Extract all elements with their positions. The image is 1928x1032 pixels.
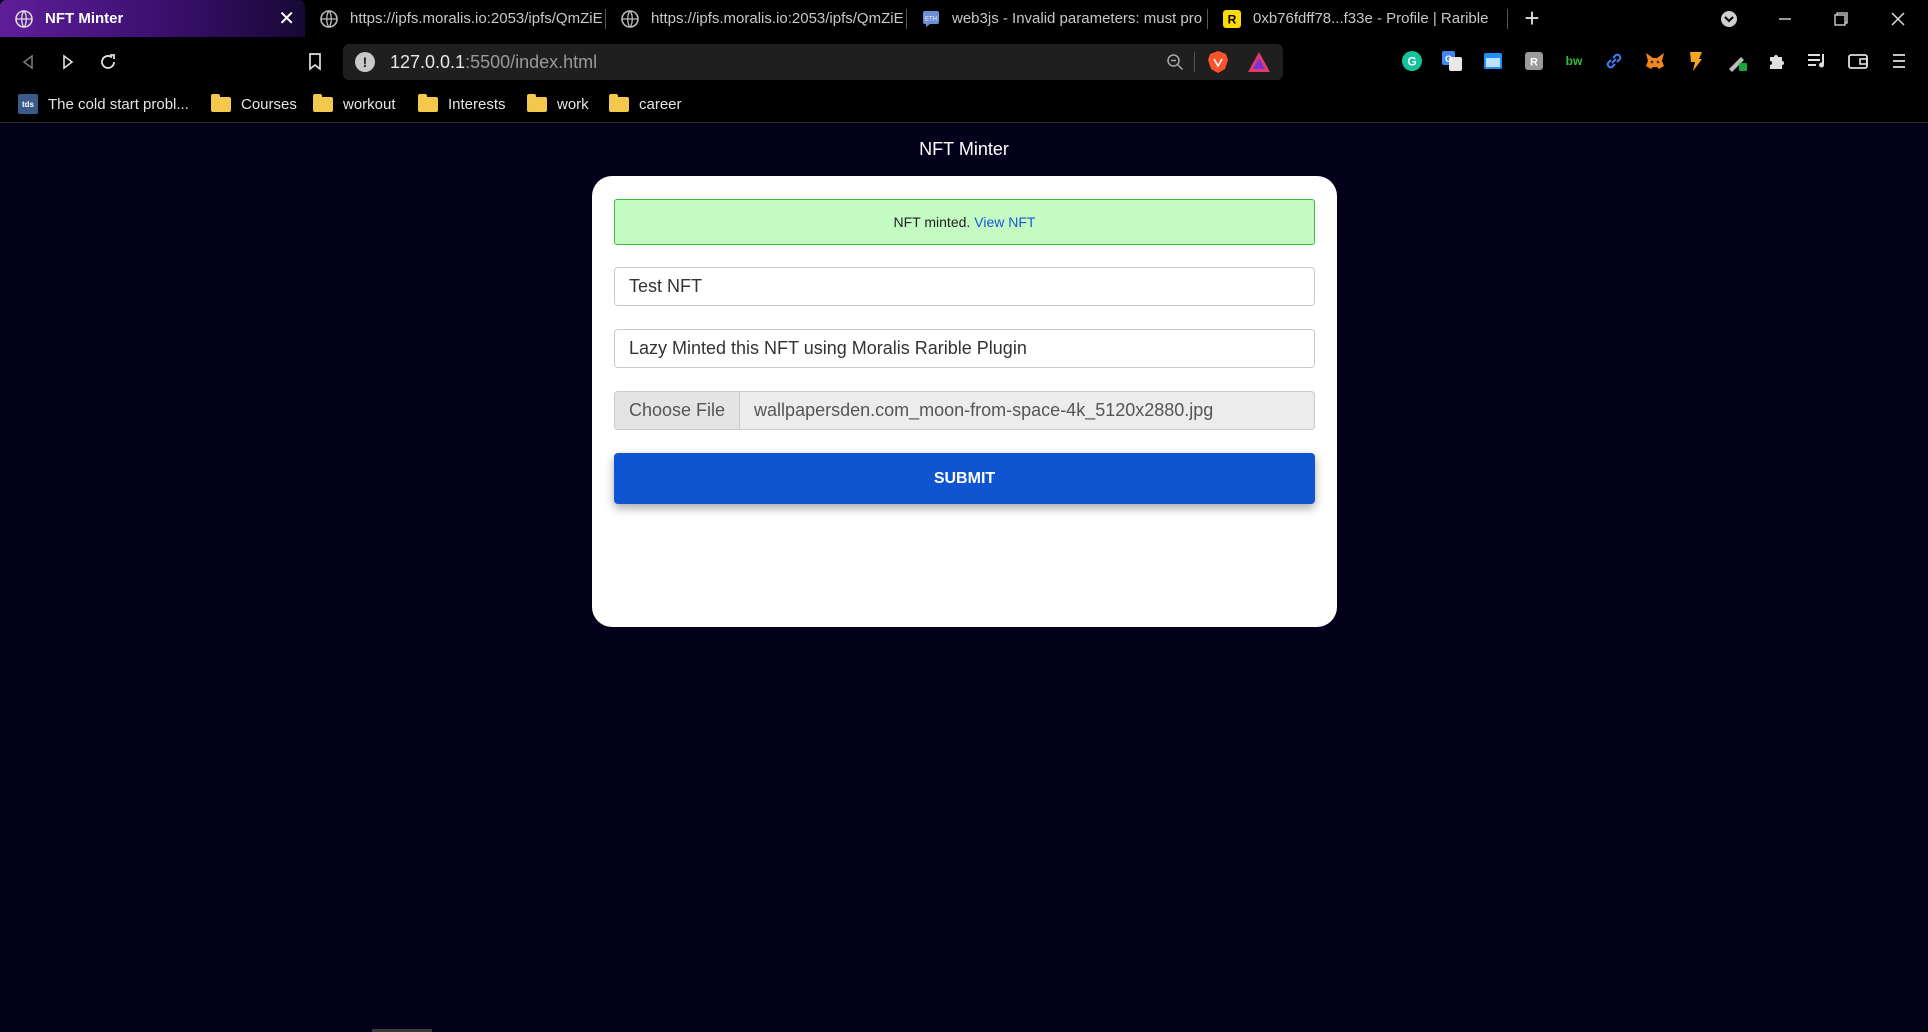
- tab-title: https://ipfs.moralis.io:2053/ipfs/QmZiE: [350, 10, 603, 27]
- google-translate-icon[interactable]: G: [1440, 49, 1464, 73]
- svg-text:ETH: ETH: [925, 16, 937, 22]
- tab-strip: NFT Minter ✕ https://ipfs.moralis.io:205…: [0, 0, 1928, 37]
- tab-ipfs-2[interactable]: https://ipfs.moralis.io:2053/ipfs/QmZiE: [606, 0, 906, 37]
- folder-icon: [418, 93, 438, 112]
- success-alert: NFT minted. View NFT: [614, 199, 1315, 245]
- nft-description-input[interactable]: [614, 329, 1315, 368]
- page-title: NFT Minter: [919, 139, 1009, 159]
- tab-ipfs-1[interactable]: https://ipfs.moralis.io:2053/ipfs/QmZiE: [305, 0, 605, 37]
- folder-icon: [609, 93, 629, 112]
- zoom-icon[interactable]: [1166, 53, 1184, 71]
- address-divider: [1194, 52, 1195, 72]
- wallet-icon[interactable]: [1846, 49, 1870, 73]
- rarible-icon: R: [1223, 9, 1241, 28]
- bookmark-folder-workout[interactable]: workout: [313, 93, 396, 115]
- folder-icon: [211, 93, 231, 112]
- bookmark-folder-career[interactable]: career: [609, 93, 682, 115]
- close-window-icon[interactable]: [1883, 0, 1913, 37]
- bookmark-item[interactable]: tds The cold start probl...: [18, 93, 189, 115]
- reload-icon[interactable]: [95, 49, 121, 75]
- close-tab-icon[interactable]: ✕: [278, 6, 295, 31]
- tab-title: https://ipfs.moralis.io:2053/ipfs/QmZiE: [651, 10, 904, 27]
- brave-shields-icon[interactable]: [1207, 50, 1229, 74]
- globe-icon: [320, 9, 338, 28]
- ruler-extension-icon[interactable]: [1684, 49, 1708, 73]
- link-icon[interactable]: [1602, 49, 1626, 73]
- bookmark-folder-work[interactable]: work: [527, 93, 589, 115]
- tab-nft-minter[interactable]: NFT Minter ✕: [0, 0, 305, 37]
- tab-web3js[interactable]: ETH web3js - Invalid parameters: must pr…: [907, 0, 1207, 37]
- bookmark-folder-courses[interactable]: Courses: [211, 93, 297, 115]
- svg-text:G: G: [1407, 55, 1416, 69]
- bookmark-icon[interactable]: [302, 49, 328, 75]
- restore-icon[interactable]: [1826, 0, 1856, 37]
- playlist-icon[interactable]: [1805, 49, 1829, 73]
- choose-file-button[interactable]: Choose File: [615, 392, 741, 429]
- address-path: :5500/index.html: [465, 51, 598, 72]
- bw-extension-icon[interactable]: bw: [1562, 49, 1586, 73]
- back-icon[interactable]: [15, 49, 41, 75]
- minimize-icon[interactable]: [1770, 0, 1800, 37]
- svg-text:R: R: [1228, 12, 1237, 26]
- globe-icon: [15, 9, 33, 28]
- svg-text:G: G: [1445, 54, 1452, 64]
- page-content: NFT Minter NFT minted. View NFT Choose F…: [0, 124, 1928, 1032]
- nft-name-input[interactable]: [614, 267, 1315, 306]
- forward-icon[interactable]: [55, 49, 81, 75]
- address-bar[interactable]: ! 127.0.0.1:5500/index.html: [343, 44, 1283, 80]
- svg-text:R: R: [1530, 57, 1538, 69]
- window-extension-icon[interactable]: [1481, 49, 1505, 73]
- minter-card: NFT minted. View NFT Choose File wallpap…: [592, 176, 1337, 627]
- tab-title: 0xb76fdff78...f33e - Profile | Rarible: [1253, 10, 1489, 27]
- metamask-icon[interactable]: [1643, 49, 1667, 73]
- tab-separator: [1507, 9, 1508, 29]
- bookmark-label: workout: [343, 95, 396, 113]
- view-nft-link[interactable]: View NFT: [974, 214, 1035, 230]
- tab-rarible[interactable]: R 0xb76fdff78...f33e - Profile | Rarible: [1208, 0, 1508, 37]
- extensions-puzzle-icon[interactable]: [1765, 49, 1789, 73]
- selected-file-name: wallpapersden.com_moon-from-space-4k_512…: [754, 400, 1214, 420]
- new-tab-icon[interactable]: +: [1517, 0, 1547, 37]
- tab-search-icon[interactable]: [1715, 0, 1743, 37]
- folder-icon: [527, 93, 547, 112]
- bw-label: bw: [1565, 54, 1583, 68]
- address-host: 127.0.0.1: [390, 51, 466, 72]
- reader-extension-icon[interactable]: R: [1522, 49, 1546, 73]
- globe-icon: [621, 9, 639, 28]
- brave-rewards-icon[interactable]: [1247, 51, 1271, 73]
- bookmark-label: Courses: [241, 95, 297, 113]
- submit-button[interactable]: SUBMIT: [614, 453, 1315, 504]
- tab-title: NFT Minter: [45, 10, 124, 27]
- tab-title: web3js - Invalid parameters: must pro: [952, 10, 1202, 27]
- eyedropper-icon[interactable]: [1725, 49, 1749, 73]
- info-icon[interactable]: !: [355, 52, 375, 72]
- bookmark-label: work: [557, 95, 589, 113]
- browser-toolbar: ! 127.0.0.1:5500/index.html G G R bw: [0, 37, 1928, 85]
- folder-icon: [313, 93, 333, 112]
- address-url: 127.0.0.1:5500/index.html: [390, 52, 597, 73]
- grammarly-icon[interactable]: G: [1400, 49, 1424, 73]
- bookmark-label: career: [639, 95, 682, 113]
- bookmarks-bar: tds The cold start probl... Courses work…: [0, 85, 1928, 123]
- bookmark-folder-interests[interactable]: Interests: [418, 93, 506, 115]
- alert-text: NFT minted.: [893, 214, 971, 230]
- bookmark-label: Interests: [448, 95, 506, 113]
- menu-icon[interactable]: [1887, 49, 1911, 73]
- bookmark-label: The cold start probl...: [48, 95, 189, 113]
- eth-stackexchange-icon: ETH: [922, 10, 940, 28]
- tds-icon: tds: [18, 94, 38, 114]
- file-input[interactable]: Choose File wallpapersden.com_moon-from-…: [614, 391, 1315, 430]
